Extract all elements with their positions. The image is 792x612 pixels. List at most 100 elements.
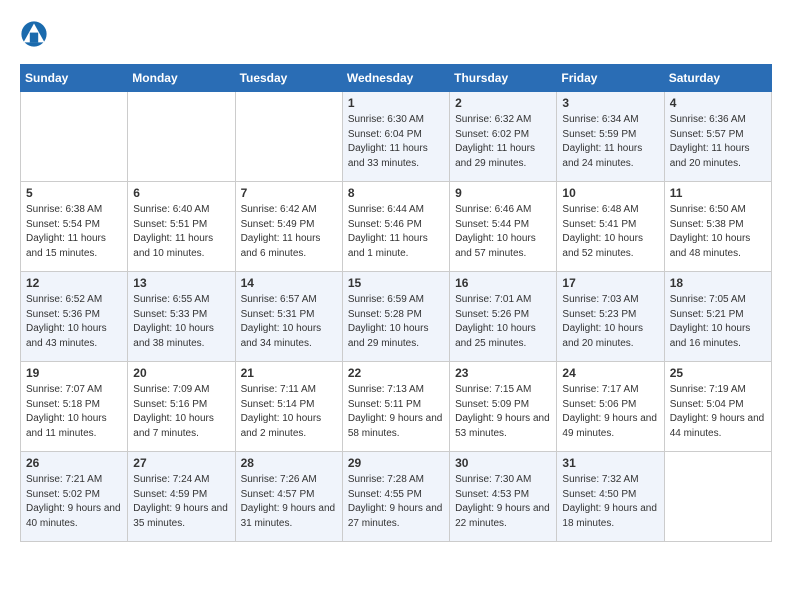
calendar-cell <box>21 92 128 182</box>
day-number: 22 <box>348 366 444 380</box>
calendar-cell: 7 Sunrise: 6:42 AMSunset: 5:49 PMDaylight… <box>235 182 342 272</box>
day-number: 26 <box>26 456 122 470</box>
day-info: Sunrise: 6:48 AMSunset: 5:41 PMDaylight:… <box>562 203 658 261</box>
calendar-cell: 12 Sunrise: 6:52 AMSunset: 5:36 PMDayligh… <box>21 272 128 362</box>
calendar-cell: 13 Sunrise: 6:55 AMSunset: 5:33 PMDayligh… <box>128 272 235 362</box>
day-number: 12 <box>26 276 122 290</box>
header-row: SundayMondayTuesdayWednesdayThursdayFrid… <box>21 65 772 92</box>
day-info: Sunrise: 7:13 AMSunset: 5:11 PMDaylight:… <box>348 383 444 441</box>
calendar-cell <box>664 452 771 542</box>
header-day-saturday: Saturday <box>664 65 771 92</box>
day-info: Sunrise: 7:28 AMSunset: 4:55 PMDaylight:… <box>348 473 444 531</box>
day-info: Sunrise: 7:26 AMSunset: 4:57 PMDaylight:… <box>241 473 337 531</box>
calendar-cell: 22 Sunrise: 7:13 AMSunset: 5:11 PMDayligh… <box>342 362 449 452</box>
header-day-friday: Friday <box>557 65 664 92</box>
calendar-cell: 17 Sunrise: 7:03 AMSunset: 5:23 PMDayligh… <box>557 272 664 362</box>
day-info: Sunrise: 6:52 AMSunset: 5:36 PMDaylight:… <box>26 293 122 351</box>
day-info: Sunrise: 6:38 AMSunset: 5:54 PMDaylight:… <box>26 203 122 261</box>
day-info: Sunrise: 6:42 AMSunset: 5:49 PMDaylight:… <box>241 203 337 261</box>
calendar-cell: 8 Sunrise: 6:44 AMSunset: 5:46 PMDaylight… <box>342 182 449 272</box>
day-info: Sunrise: 7:21 AMSunset: 5:02 PMDaylight:… <box>26 473 122 531</box>
day-number: 20 <box>133 366 229 380</box>
day-number: 29 <box>348 456 444 470</box>
day-info: Sunrise: 7:03 AMSunset: 5:23 PMDaylight:… <box>562 293 658 351</box>
day-number: 7 <box>241 186 337 200</box>
day-info: Sunrise: 6:32 AMSunset: 6:02 PMDaylight:… <box>455 113 551 171</box>
day-number: 10 <box>562 186 658 200</box>
calendar-cell: 15 Sunrise: 6:59 AMSunset: 5:28 PMDayligh… <box>342 272 449 362</box>
day-info: Sunrise: 6:59 AMSunset: 5:28 PMDaylight:… <box>348 293 444 351</box>
header-day-sunday: Sunday <box>21 65 128 92</box>
calendar-cell: 20 Sunrise: 7:09 AMSunset: 5:16 PMDayligh… <box>128 362 235 452</box>
day-number: 14 <box>241 276 337 290</box>
day-number: 2 <box>455 96 551 110</box>
day-number: 4 <box>670 96 766 110</box>
day-number: 13 <box>133 276 229 290</box>
day-info: Sunrise: 6:40 AMSunset: 5:51 PMDaylight:… <box>133 203 229 261</box>
calendar-cell: 19Sunrise: 7:07 AMSunset: 5:18 PMDayligh… <box>21 362 128 452</box>
day-number: 3 <box>562 96 658 110</box>
day-info: Sunrise: 6:55 AMSunset: 5:33 PMDaylight:… <box>133 293 229 351</box>
calendar-cell <box>235 92 342 182</box>
day-info: Sunrise: 7:32 AMSunset: 4:50 PMDaylight:… <box>562 473 658 531</box>
calendar-cell: 3 Sunrise: 6:34 AMSunset: 5:59 PMDaylight… <box>557 92 664 182</box>
day-info: Sunrise: 7:11 AMSunset: 5:14 PMDaylight:… <box>241 383 337 441</box>
day-info: Sunrise: 6:50 AMSunset: 5:38 PMDaylight:… <box>670 203 766 261</box>
day-number: 11 <box>670 186 766 200</box>
day-info: Sunrise: 6:44 AMSunset: 5:46 PMDaylight:… <box>348 203 444 261</box>
calendar-cell: 25Sunrise: 7:19 AMSunset: 5:04 PMDayligh… <box>664 362 771 452</box>
day-number: 9 <box>455 186 551 200</box>
calendar-cell: 23Sunrise: 7:15 AMSunset: 5:09 PMDayligh… <box>450 362 557 452</box>
day-number: 6 <box>133 186 229 200</box>
week-row-3: 12 Sunrise: 6:52 AMSunset: 5:36 PMDayligh… <box>21 272 772 362</box>
day-number: 8 <box>348 186 444 200</box>
calendar-cell <box>128 92 235 182</box>
week-row-5: 26 Sunrise: 7:21 AMSunset: 5:02 PMDayligh… <box>21 452 772 542</box>
day-info: Sunrise: 6:46 AMSunset: 5:44 PMDaylight:… <box>455 203 551 261</box>
calendar-cell: 5 Sunrise: 6:38 AMSunset: 5:54 PMDaylight… <box>21 182 128 272</box>
header-day-tuesday: Tuesday <box>235 65 342 92</box>
day-info: Sunrise: 6:36 AMSunset: 5:57 PMDaylight:… <box>670 113 766 171</box>
calendar-cell: 4 Sunrise: 6:36 AMSunset: 5:57 PMDaylight… <box>664 92 771 182</box>
calendar-cell: 29 Sunrise: 7:28 AMSunset: 4:55 PMDayligh… <box>342 452 449 542</box>
page-header <box>20 20 772 48</box>
day-info: Sunrise: 7:09 AMSunset: 5:16 PMDaylight:… <box>133 383 229 441</box>
calendar-cell: 9 Sunrise: 6:46 AMSunset: 5:44 PMDaylight… <box>450 182 557 272</box>
calendar-cell: 18 Sunrise: 7:05 AMSunset: 5:21 PMDayligh… <box>664 272 771 362</box>
calendar-cell: 2 Sunrise: 6:32 AMSunset: 6:02 PMDaylight… <box>450 92 557 182</box>
header-day-thursday: Thursday <box>450 65 557 92</box>
day-number: 27 <box>133 456 229 470</box>
day-number: 15 <box>348 276 444 290</box>
calendar-cell: 27 Sunrise: 7:24 AMSunset: 4:59 PMDayligh… <box>128 452 235 542</box>
calendar-cell: 6 Sunrise: 6:40 AMSunset: 5:51 PMDaylight… <box>128 182 235 272</box>
day-number: 5 <box>26 186 122 200</box>
day-info: Sunrise: 6:34 AMSunset: 5:59 PMDaylight:… <box>562 113 658 171</box>
day-info: Sunrise: 7:19 AMSunset: 5:04 PMDaylight:… <box>670 383 766 441</box>
day-info: Sunrise: 7:30 AMSunset: 4:53 PMDaylight:… <box>455 473 551 531</box>
calendar-cell: 14Sunrise: 6:57 AMSunset: 5:31 PMDayligh… <box>235 272 342 362</box>
week-row-1: 1Sunrise: 6:30 AMSunset: 6:04 PMDaylight… <box>21 92 772 182</box>
logo-icon <box>20 20 48 48</box>
logo <box>20 20 52 48</box>
calendar-cell: 30Sunrise: 7:30 AMSunset: 4:53 PMDayligh… <box>450 452 557 542</box>
header-day-wednesday: Wednesday <box>342 65 449 92</box>
day-info: Sunrise: 7:17 AMSunset: 5:06 PMDaylight:… <box>562 383 658 441</box>
calendar-cell: 16Sunrise: 7:01 AMSunset: 5:26 PMDayligh… <box>450 272 557 362</box>
day-number: 31 <box>562 456 658 470</box>
day-number: 16 <box>455 276 551 290</box>
day-number: 21 <box>241 366 337 380</box>
day-number: 19 <box>26 366 122 380</box>
calendar-table: SundayMondayTuesdayWednesdayThursdayFrid… <box>20 64 772 542</box>
calendar-cell: 10 Sunrise: 6:48 AMSunset: 5:41 PMDayligh… <box>557 182 664 272</box>
day-number: 24 <box>562 366 658 380</box>
day-info: Sunrise: 7:24 AMSunset: 4:59 PMDaylight:… <box>133 473 229 531</box>
calendar-cell: 28Sunrise: 7:26 AMSunset: 4:57 PMDayligh… <box>235 452 342 542</box>
day-info: Sunrise: 7:05 AMSunset: 5:21 PMDaylight:… <box>670 293 766 351</box>
day-number: 23 <box>455 366 551 380</box>
day-number: 17 <box>562 276 658 290</box>
calendar-cell: 11 Sunrise: 6:50 AMSunset: 5:38 PMDayligh… <box>664 182 771 272</box>
calendar-cell: 24 Sunrise: 7:17 AMSunset: 5:06 PMDayligh… <box>557 362 664 452</box>
calendar-cell: 31 Sunrise: 7:32 AMSunset: 4:50 PMDayligh… <box>557 452 664 542</box>
day-number: 18 <box>670 276 766 290</box>
week-row-4: 19Sunrise: 7:07 AMSunset: 5:18 PMDayligh… <box>21 362 772 452</box>
